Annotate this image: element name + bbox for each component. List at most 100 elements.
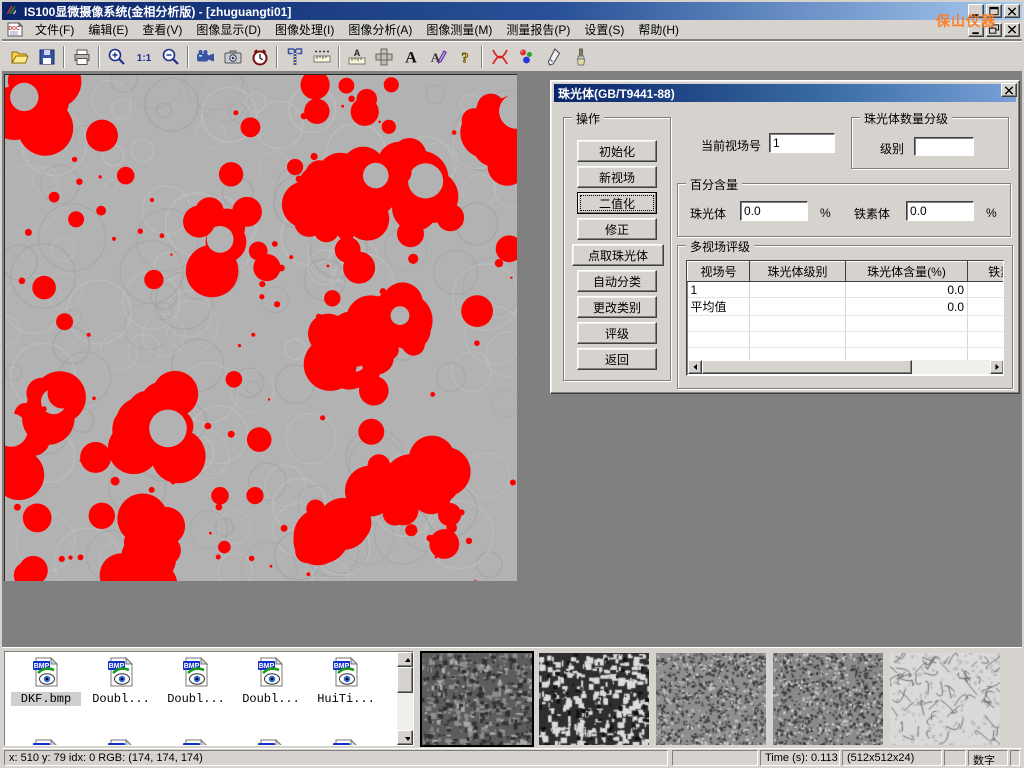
file-item[interactable]: BMP [161,738,231,746]
change-category-button[interactable]: 更改类别 [577,296,657,318]
thumbnail-5[interactable] [890,653,1000,745]
file-item[interactable]: BMP Doubl... [236,656,306,706]
bmp-file-icon: BMP [256,738,286,746]
brush-icon[interactable] [567,44,594,70]
file-item[interactable]: BMP [311,738,381,746]
level-label: 级别 [880,140,904,157]
toolbar-separator [276,46,278,68]
file-item[interactable]: BMP DKF.bmp [11,656,81,706]
file-name[interactable]: Doubl... [236,692,306,706]
mdi-minimize-button[interactable] [968,23,984,37]
menu-item-edit[interactable]: 编辑(E) [81,19,135,40]
timer-icon[interactable] [246,44,273,70]
mdi-close-button[interactable] [1004,23,1020,37]
file-browser[interactable]: BMP DKF.bmp BMP Doubl... BMP Doubl... BM… [4,651,414,746]
scroll-down-icon[interactable] [397,730,413,745]
mdi-restore-button[interactable] [986,23,1002,37]
rating-table[interactable]: 视场号 珠光体级别 珠光体含量(%) 铁素体含量(%) 1 0.0 [686,260,1004,376]
bmp-file-icon: BMP [31,656,61,688]
menu-item-measure[interactable]: 图像测量(M) [419,19,499,40]
zoom-in-icon[interactable] [103,44,130,70]
camera-icon[interactable] [219,44,246,70]
file-name[interactable]: HuiTi... [311,692,381,706]
file-item[interactable]: BMP [236,738,306,746]
return-button[interactable]: 返回 [577,348,657,370]
print-icon[interactable] [68,44,95,70]
scroll-right-icon[interactable] [990,360,1004,374]
menu-item-help[interactable]: 帮助(H) [631,19,686,40]
rate-button[interactable]: 评级 [577,322,657,344]
menu-item-file[interactable]: 文件(F) [28,19,81,40]
menu-item-display[interactable]: 图像显示(D) [189,19,268,40]
new-field-button[interactable]: 新视场 [577,166,657,188]
level-input[interactable] [914,137,974,156]
pen-icon[interactable] [540,44,567,70]
table-row[interactable]: 平均值 0.0 [688,298,1005,316]
file-item[interactable]: BMP Doubl... [161,656,231,706]
open-icon[interactable] [6,44,33,70]
table-horizontal-scrollbar[interactable] [688,360,1004,374]
file-name[interactable]: Doubl... [161,692,231,706]
col-header-grade[interactable]: 珠光体级别 [750,262,846,282]
text-icon[interactable]: A [397,44,424,70]
close-button[interactable] [1004,4,1020,18]
file-item[interactable]: BMP [11,738,81,746]
bmp-file-icon: BMP [31,738,61,746]
zoom-out-icon[interactable] [157,44,184,70]
maximize-button[interactable] [986,4,1002,18]
ferrite-percent-input[interactable] [906,201,974,221]
table-row[interactable]: 1 0.0 [688,282,1005,298]
initialize-button[interactable]: 初始化 [577,140,657,162]
pearlite-percent-input[interactable] [740,201,808,221]
thumbnail-3[interactable] [656,653,766,745]
menu-item-settings[interactable]: 设置(S) [577,19,631,40]
pick-pearlite-button[interactable]: 点取珠光体 [572,244,664,266]
save-icon[interactable] [33,44,60,70]
scrollbar-thumb[interactable] [397,667,413,693]
file-name[interactable]: DKF.bmp [11,692,81,706]
file-item[interactable]: BMP Doubl... [86,656,156,706]
svg-text:BMP: BMP [34,745,50,746]
actual-size-icon[interactable]: 1:1 [130,44,157,70]
dialog-close-button[interactable] [1001,83,1017,97]
thumbnail-2[interactable] [539,653,649,745]
video-camera-icon[interactable] [192,44,219,70]
scroll-up-icon[interactable] [397,652,413,667]
measure-text-icon[interactable]: A [343,44,370,70]
bmp-file-icon: BMP [256,656,286,688]
binarize-button[interactable]: 二值化 [577,192,657,214]
ruler-icon[interactable] [308,44,335,70]
col-header-ferrite[interactable]: 铁素体含量(%) [968,262,1005,282]
help-icon[interactable]: ? [451,44,478,70]
current-field-input[interactable] [769,133,835,153]
file-name[interactable]: Doubl... [86,692,156,706]
correct-button[interactable]: 修正 [577,218,657,240]
file-item[interactable]: BMP [86,738,156,746]
minimize-button[interactable] [968,4,984,18]
application-window: IS100显微摄像系统(金相分析版) - [zhuguangti01] 保山仪器… [0,0,1024,768]
ferrite-unit: % [986,206,997,220]
menu-item-report[interactable]: 测量报告(P) [499,19,577,40]
scrollbar-thumb[interactable] [702,360,912,374]
file-list-scrollbar[interactable] [397,652,413,745]
thumbnail-4[interactable] [773,653,883,745]
percent-group-label: 百分含量 [686,176,742,193]
curve-icon[interactable] [486,44,513,70]
annotate-icon[interactable]: A [424,44,451,70]
col-header-pearlite[interactable]: 珠光体含量(%) [846,262,968,282]
grid-icon[interactable] [370,44,397,70]
file-item[interactable]: BMP HuiTi... [311,656,381,706]
micrograph-image[interactable] [4,74,517,581]
scroll-left-icon[interactable] [688,360,702,374]
auto-classify-button[interactable]: 自动分类 [577,270,657,292]
menu-item-view[interactable]: 查看(V) [135,19,189,40]
col-header-field[interactable]: 视场号 [688,262,750,282]
particles-icon[interactable] [513,44,540,70]
dialog-title-bar[interactable]: 珠光体(GB/T9441-88) [554,84,1016,102]
thumbnail-1[interactable] [422,653,532,745]
menu-item-analyze[interactable]: 图像分析(A) [341,19,419,40]
caliper-icon[interactable] [281,44,308,70]
menu-item-process[interactable]: 图像处理(I) [268,19,341,40]
status-image-size: (512x512x24) [842,750,942,766]
svg-text:?: ? [461,50,469,66]
